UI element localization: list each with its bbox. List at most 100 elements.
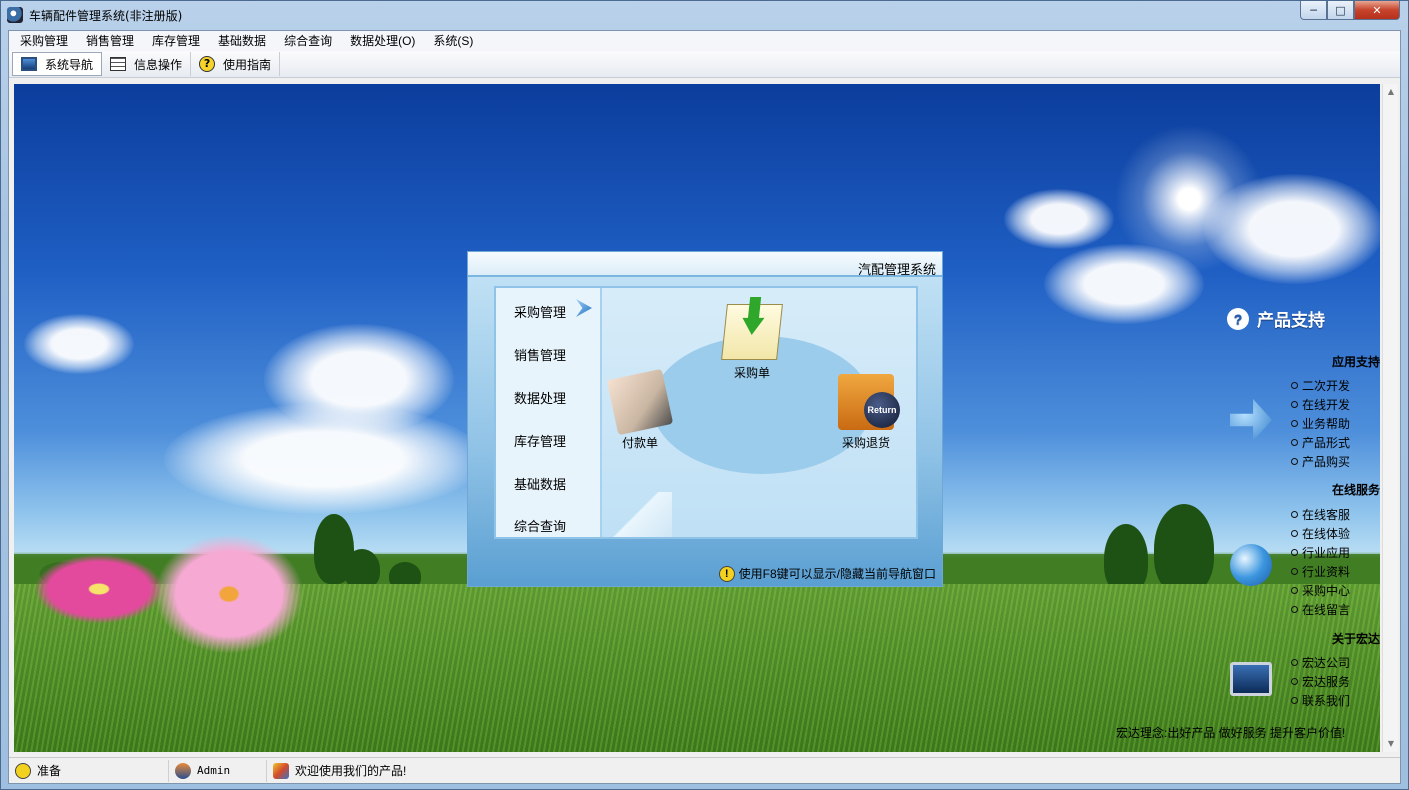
nav-item-data-process[interactable]: 数据处理 bbox=[514, 388, 566, 407]
link-purchase-center[interactable]: 采购中心 bbox=[1291, 582, 1350, 599]
cloud-image bbox=[1044, 244, 1204, 324]
support-title: ? 产品支持 bbox=[1227, 306, 1325, 331]
menu-sales[interactable]: 销售管理 bbox=[77, 31, 143, 51]
welcome-icon bbox=[273, 762, 289, 779]
selected-arrow-icon bbox=[576, 299, 592, 317]
menu-data-process[interactable]: 数据处理(O) bbox=[341, 31, 424, 51]
section-about: 关于宏达 bbox=[1331, 632, 1380, 646]
toolbar: 系统导航 信息操作 ? 使用指南 bbox=[9, 51, 1400, 78]
grid-icon bbox=[110, 57, 127, 71]
nav-header: 汽配管理系统 bbox=[468, 252, 942, 277]
nav-item-sales[interactable]: 销售管理 bbox=[514, 345, 566, 364]
menu-bar: 采购管理 销售管理 库存管理 基础数据 综合查询 数据处理(O) 系统(S) bbox=[9, 31, 1400, 51]
flower-image bbox=[34, 554, 164, 624]
link-online-cs[interactable]: 在线客服 bbox=[1291, 506, 1350, 523]
nav-inner: 采购管理 销售管理 数据处理 库存管理 基础数据 综合查询 采购单 付款单 Re… bbox=[494, 286, 918, 539]
status-user: Admin bbox=[169, 759, 267, 782]
status-welcome: 欢迎使用我们的产品! bbox=[267, 760, 567, 782]
link-online-trial[interactable]: 在线体验 bbox=[1291, 525, 1350, 542]
tip-icon: ! bbox=[718, 565, 735, 582]
app-window: 车辆配件管理系统(非注册版) ─ □ ✕ 采购管理 销售管理 库存管理 基础数据… bbox=[0, 0, 1409, 790]
menu-inventory[interactable]: 库存管理 bbox=[143, 31, 209, 51]
purchase-return-label: 采购退货 bbox=[841, 436, 890, 450]
status-bar: 准备 Admin 欢迎使用我们的产品! bbox=[9, 757, 1400, 783]
system-nav-label: 系统导航 bbox=[45, 57, 94, 72]
link-online-dev[interactable]: 在线开发 bbox=[1291, 396, 1350, 413]
purchase-order-icon bbox=[721, 304, 783, 360]
link-secondary-dev[interactable]: 二次开发 bbox=[1291, 377, 1350, 394]
purchase-order-button[interactable]: 采购单 bbox=[721, 304, 783, 381]
nav-item-base-data[interactable]: 基础数据 bbox=[514, 474, 566, 493]
link-service[interactable]: 宏达服务 bbox=[1291, 673, 1350, 690]
computer-icon bbox=[1230, 662, 1272, 696]
nav-tip: ! 使用F8键可以显示/隐藏当前导航窗口 bbox=[718, 565, 936, 582]
window-title: 车辆配件管理系统(非注册版) bbox=[29, 8, 183, 23]
page-curl bbox=[602, 492, 672, 537]
purchase-return-icon bbox=[838, 374, 900, 430]
tree-image bbox=[344, 549, 380, 589]
menu-base-data[interactable]: 基础数据 bbox=[209, 31, 275, 51]
ready-icon bbox=[15, 762, 31, 779]
link-industry-data[interactable]: 行业资料 bbox=[1291, 563, 1350, 580]
status-ready-text: 准备 bbox=[37, 764, 62, 778]
support-panel: ? 产品支持 应用支持 二次开发 在线开发 业务帮助 产品形式 产品购买 在线服… bbox=[1214, 304, 1380, 752]
cloud-image bbox=[164, 404, 484, 514]
link-business-help[interactable]: 业务帮助 bbox=[1291, 415, 1350, 432]
client-area: 采购管理 销售管理 库存管理 基础数据 综合查询 数据处理(O) 系统(S) 系… bbox=[8, 30, 1401, 784]
maximize-button[interactable]: □ bbox=[1327, 1, 1354, 20]
link-company[interactable]: 宏达公司 bbox=[1291, 654, 1350, 671]
tree-image bbox=[1154, 504, 1214, 594]
monitor-icon bbox=[21, 57, 37, 71]
purchase-order-label: 采购单 bbox=[733, 366, 770, 380]
purchase-return-button[interactable]: 采购退货 bbox=[838, 374, 900, 451]
section-online-service: 在线服务 bbox=[1331, 483, 1380, 497]
help-icon: ? bbox=[199, 56, 216, 72]
nav-sidebar: 采购管理 销售管理 数据处理 库存管理 基础数据 综合查询 bbox=[496, 288, 600, 537]
nav-content: 采购单 付款单 采购退货 bbox=[600, 288, 916, 537]
user-guide-label: 使用指南 bbox=[223, 57, 272, 72]
flower-image bbox=[154, 534, 304, 654]
menu-query[interactable]: 综合查询 bbox=[275, 31, 341, 51]
globe-icon bbox=[1230, 544, 1272, 586]
desktop-background: 汽配管理系统 采购管理 销售管理 数据处理 库存管理 基础数据 综合查询 采购单… bbox=[14, 84, 1380, 752]
slogan: 宏达理念:出好产品 做好服务 提升客户价值! bbox=[1116, 726, 1346, 740]
cloud-image bbox=[24, 314, 134, 374]
cloud-image bbox=[1004, 189, 1114, 249]
vertical-scrollbar[interactable]: ▲ ▼ bbox=[1382, 84, 1398, 752]
status-user-text: Admin bbox=[197, 764, 231, 777]
status-welcome-text: 欢迎使用我们的产品! bbox=[295, 764, 407, 778]
user-guide-button[interactable]: ? 使用指南 bbox=[191, 52, 281, 76]
arrow-icon bbox=[1230, 399, 1272, 441]
payment-icon bbox=[606, 368, 674, 436]
window-controls: ─ □ ✕ bbox=[1300, 1, 1400, 20]
link-product-form[interactable]: 产品形式 bbox=[1291, 434, 1350, 451]
nav-title: 汽配管理系统 bbox=[857, 262, 936, 277]
title-bar[interactable]: 车辆配件管理系统(非注册版) ─ □ ✕ bbox=[1, 1, 1408, 29]
scroll-down-icon[interactable]: ▼ bbox=[1383, 736, 1399, 752]
link-online-message[interactable]: 在线留言 bbox=[1291, 601, 1350, 618]
status-ready: 准备 bbox=[9, 759, 169, 782]
nav-item-purchase[interactable]: 采购管理 bbox=[514, 302, 566, 321]
info-operation-button[interactable]: 信息操作 bbox=[102, 52, 192, 76]
scroll-up-icon[interactable]: ▲ bbox=[1383, 84, 1399, 100]
menu-purchase[interactable]: 采购管理 bbox=[11, 31, 77, 51]
link-product-purchase[interactable]: 产品购买 bbox=[1291, 453, 1350, 470]
menu-system[interactable]: 系统(S) bbox=[424, 31, 482, 51]
payment-label: 付款单 bbox=[621, 436, 658, 450]
nav-item-query[interactable]: 综合查询 bbox=[514, 516, 566, 535]
support-title-text: 产品支持 bbox=[1257, 311, 1325, 330]
link-industry-app[interactable]: 行业应用 bbox=[1291, 544, 1350, 561]
section-app-support: 应用支持 bbox=[1331, 355, 1380, 369]
app-icon bbox=[7, 7, 23, 23]
system-nav-button[interactable]: 系统导航 bbox=[12, 52, 103, 76]
nav-item-inventory[interactable]: 库存管理 bbox=[514, 431, 566, 450]
minimize-button[interactable]: ─ bbox=[1300, 1, 1327, 20]
nav-tip-text: 使用F8键可以显示/隐藏当前导航窗口 bbox=[738, 567, 936, 581]
link-contact[interactable]: 联系我们 bbox=[1291, 692, 1350, 709]
navigation-panel: 汽配管理系统 采购管理 销售管理 数据处理 库存管理 基础数据 综合查询 采购单… bbox=[467, 251, 943, 587]
payment-button[interactable]: 付款单 bbox=[606, 368, 674, 451]
user-icon bbox=[175, 762, 191, 779]
info-operation-label: 信息操作 bbox=[134, 57, 183, 72]
close-button[interactable]: ✕ bbox=[1354, 1, 1400, 20]
cloud-image bbox=[1204, 174, 1380, 284]
